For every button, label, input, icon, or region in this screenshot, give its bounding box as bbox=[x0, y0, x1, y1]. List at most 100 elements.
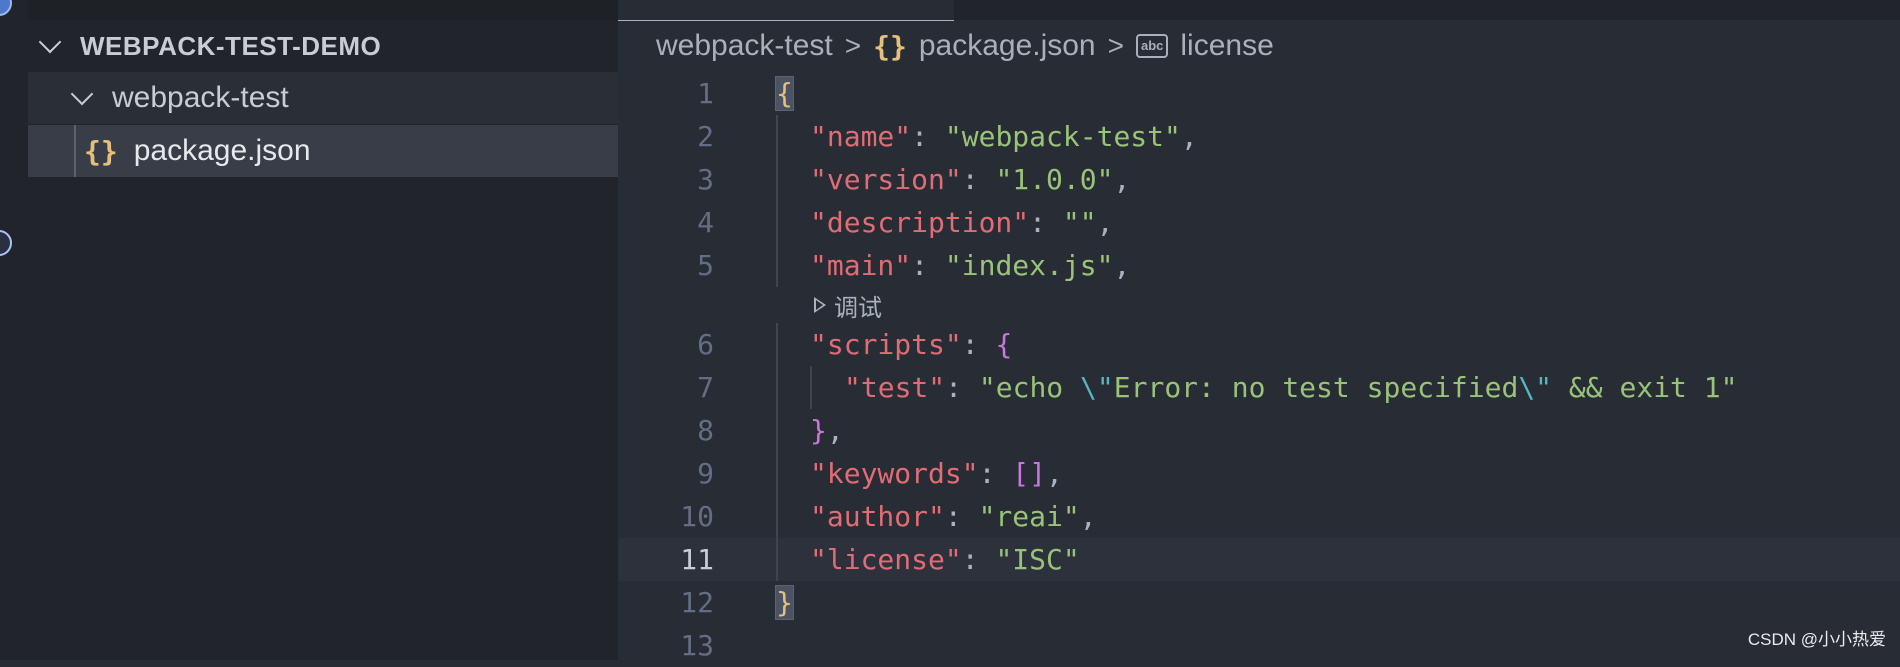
account-icon[interactable] bbox=[0, 0, 12, 16]
explorer-root-folder[interactable]: WEBPACK-TEST-DEMO bbox=[28, 20, 618, 72]
chevron-right-icon: > bbox=[844, 30, 862, 61]
code-line[interactable]: 11 "license": "ISC" bbox=[618, 538, 1900, 581]
code-token: , bbox=[1046, 457, 1063, 490]
indent-guide bbox=[776, 452, 778, 495]
indent-guide bbox=[74, 125, 76, 177]
line-number: 10 bbox=[680, 500, 714, 533]
breadcrumb-item-file[interactable]: package.json bbox=[919, 29, 1096, 63]
code-text: "name": "webpack-test", bbox=[810, 120, 1198, 153]
code-line[interactable]: 1{ bbox=[618, 72, 1900, 115]
code-token: "index.js" bbox=[944, 249, 1114, 282]
code-token: Error: no test specified bbox=[1113, 371, 1519, 404]
code-line[interactable]: 6 "scripts": { bbox=[618, 323, 1900, 366]
line-number: 6 bbox=[697, 328, 714, 361]
activity-bar bbox=[0, 0, 28, 660]
code-token: "ISC" bbox=[995, 543, 1080, 576]
code-line[interactable]: 10 "author": "reai", bbox=[618, 495, 1900, 538]
code-text: } bbox=[775, 585, 794, 620]
watermark: CSDN @小小热爱 bbox=[1747, 630, 1886, 649]
line-number: 1 bbox=[697, 77, 714, 110]
code-token: } bbox=[810, 414, 827, 447]
line-number: 4 bbox=[697, 206, 714, 239]
explorer-sidebar: WEBPACK-TEST-DEMO webpack-test {} packag… bbox=[28, 0, 618, 660]
code-token: "main" bbox=[810, 249, 912, 282]
code-text: "license": "ISC" bbox=[810, 543, 1080, 576]
indent-guide bbox=[776, 158, 778, 201]
code-token: , bbox=[1113, 249, 1131, 282]
code-token: "description" bbox=[810, 206, 1030, 239]
code-text: }, bbox=[810, 414, 844, 447]
code-token: [] bbox=[1012, 457, 1047, 490]
tab-package-json[interactable] bbox=[618, 0, 954, 21]
line-number: 2 bbox=[697, 120, 714, 153]
line-number: 3 bbox=[697, 163, 714, 196]
json-file-icon: {} bbox=[84, 134, 118, 168]
tree-file-package-json[interactable]: {} package.json bbox=[28, 125, 618, 177]
chevron-down-icon bbox=[70, 82, 94, 106]
file-label: package.json bbox=[133, 134, 311, 167]
indent-guide bbox=[776, 366, 778, 409]
folder-label: webpack-test bbox=[112, 81, 289, 114]
breadcrumb-item-folder[interactable]: webpack-test bbox=[656, 29, 833, 63]
code-line[interactable]: 8}, bbox=[618, 409, 1900, 452]
indent-guide bbox=[776, 495, 778, 538]
string-symbol-icon: abc bbox=[1135, 34, 1169, 58]
code-text: { bbox=[775, 76, 794, 111]
code-line[interactable]: 7 "test": "echo \"Error: no test specifie… bbox=[618, 366, 1900, 409]
code-line[interactable]: 3 "version": "1.0.0", bbox=[618, 158, 1900, 201]
code-token: "keywords" bbox=[810, 457, 979, 490]
code-line[interactable]: 13 bbox=[618, 624, 1900, 667]
indent-guide bbox=[776, 115, 778, 158]
code-lens-row: 调试 bbox=[618, 287, 1900, 323]
code-text: "author": "reai", bbox=[810, 500, 1097, 533]
code-token: : bbox=[1029, 206, 1063, 239]
code-token: "" bbox=[1062, 206, 1097, 239]
code-token: : bbox=[961, 163, 996, 196]
code-token: "1.0.0" bbox=[995, 163, 1114, 196]
code-token: : bbox=[978, 457, 1013, 490]
line-number: 9 bbox=[697, 457, 714, 490]
tree-folder-webpack-test[interactable]: webpack-test bbox=[28, 72, 618, 124]
code-token: "license" bbox=[810, 543, 962, 576]
code-area[interactable]: 1{2 "name": "webpack-test", 3 "version": "1… bbox=[618, 72, 1900, 667]
line-number: 11 bbox=[680, 543, 714, 576]
tab-strip bbox=[618, 0, 1900, 21]
code-token: : bbox=[944, 500, 979, 533]
code-token: , bbox=[1079, 500, 1097, 533]
indent-guide bbox=[776, 538, 778, 581]
code-token: "author" bbox=[810, 500, 945, 533]
line-number: 13 bbox=[680, 629, 714, 662]
indent-guide bbox=[776, 323, 778, 366]
code-token: , bbox=[1113, 163, 1131, 196]
root-folder-label: WEBPACK-TEST-DEMO bbox=[80, 30, 382, 61]
code-token: \" bbox=[1518, 371, 1553, 404]
code-token: "name" bbox=[810, 120, 912, 153]
code-text: "description": "", bbox=[810, 206, 1113, 239]
code-line[interactable]: 4 "description": "", bbox=[618, 201, 1900, 244]
indent-guide bbox=[810, 366, 812, 409]
chevron-right-icon: > bbox=[1107, 30, 1124, 61]
code-token: "reai" bbox=[978, 500, 1080, 533]
code-text: "main": "index.js", bbox=[810, 249, 1130, 282]
code-text: "version": "1.0.0", bbox=[810, 163, 1130, 196]
sidebar-header-strip bbox=[28, 0, 618, 20]
code-token: : bbox=[911, 249, 945, 282]
code-line[interactable]: 5 "main": "index.js", bbox=[618, 244, 1900, 287]
code-token: { bbox=[775, 76, 794, 111]
code-editor: webpack-test > {} package.json > abc lic… bbox=[618, 0, 1900, 662]
code-token: , bbox=[1180, 120, 1198, 153]
code-line[interactable]: 9 "keywords": [], bbox=[618, 452, 1900, 495]
json-file-icon: {} bbox=[873, 29, 907, 63]
breadcrumb-item-symbol[interactable]: license bbox=[1180, 29, 1273, 63]
code-text: "keywords": [], bbox=[810, 457, 1063, 490]
code-token: : bbox=[911, 120, 945, 153]
code-text: "scripts": { bbox=[810, 328, 1012, 361]
settings-icon[interactable] bbox=[0, 230, 12, 256]
line-number: 8 bbox=[697, 414, 714, 447]
code-line[interactable]: 2 "name": "webpack-test", bbox=[618, 115, 1900, 158]
code-line[interactable]: 12} bbox=[618, 581, 1900, 624]
code-token: "echo bbox=[978, 371, 1081, 404]
code-token: : bbox=[961, 328, 996, 361]
debug-code-lens[interactable]: 调试 bbox=[814, 288, 882, 323]
indent-guide bbox=[776, 201, 778, 244]
